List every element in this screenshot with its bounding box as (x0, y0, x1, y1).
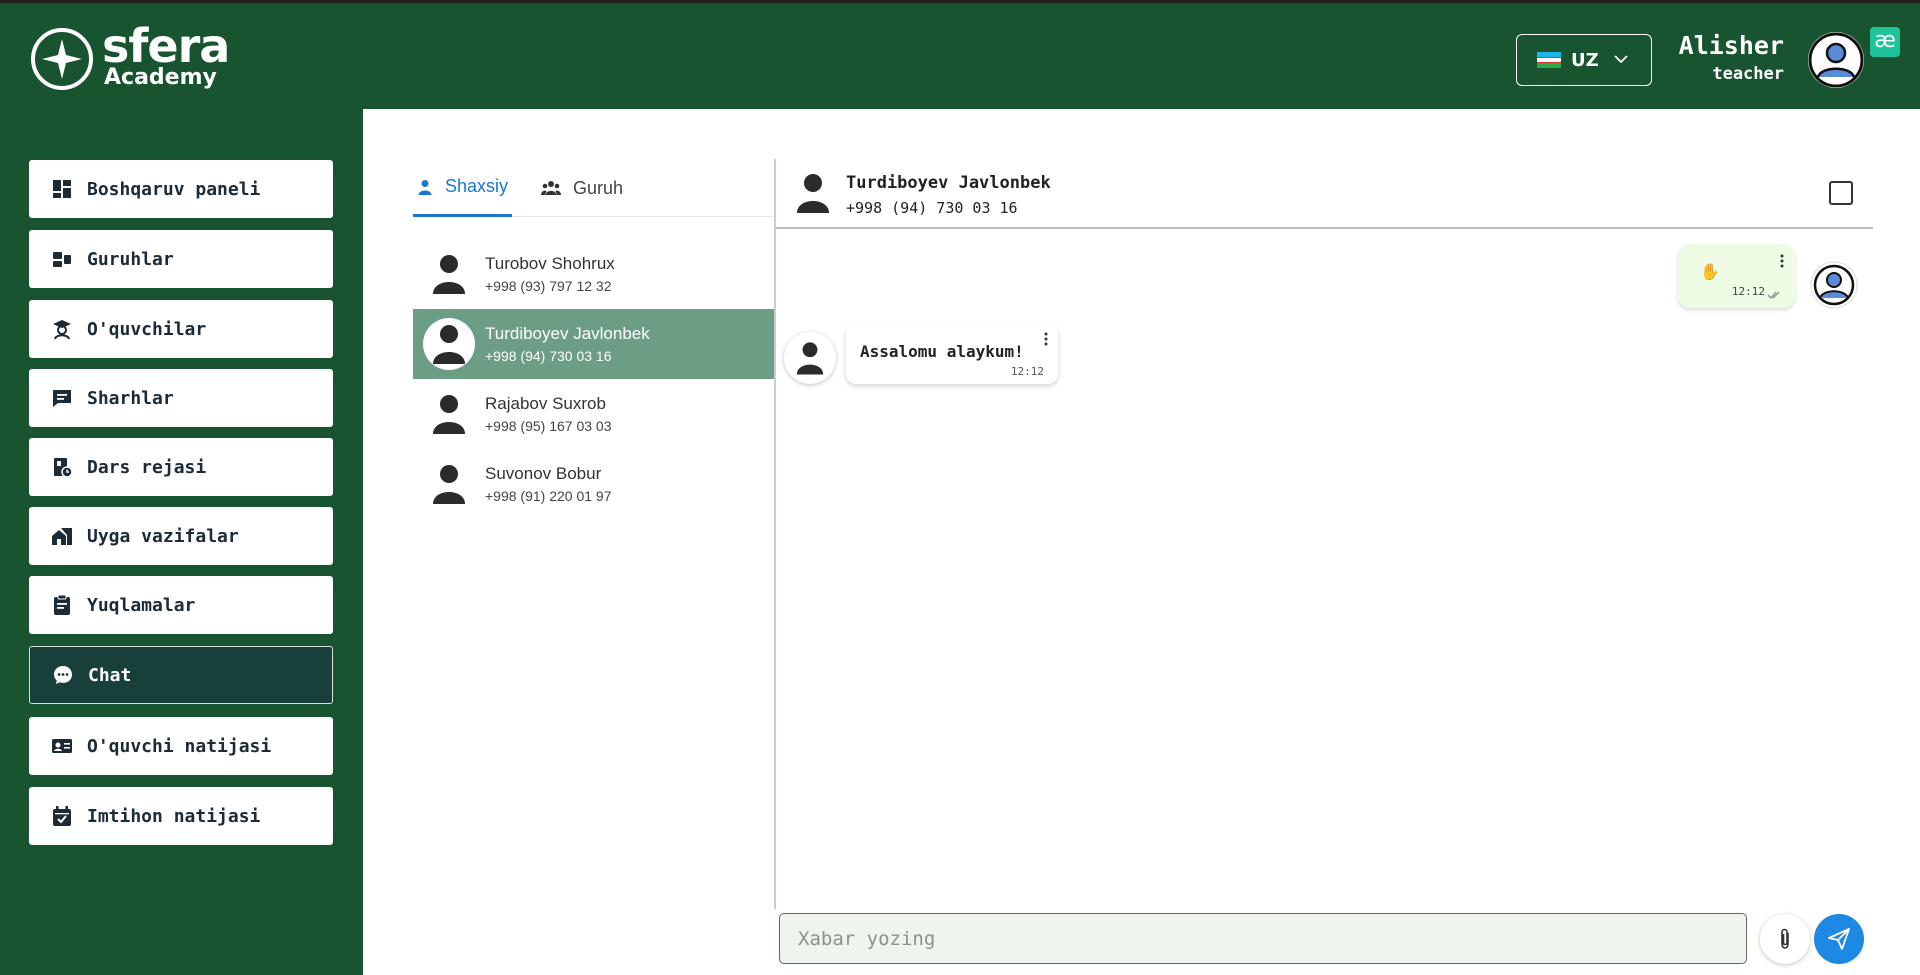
contact-phone: +998 (95) 167 03 03 (485, 418, 612, 434)
sidebar-item-sharhlar[interactable]: Sharhlar (29, 369, 333, 427)
comment-icon (51, 387, 73, 409)
user-info: Alisher teacher (1679, 31, 1784, 84)
top-bar: sfera Academy UZ Alisher teacher æ (0, 0, 1920, 109)
contact-item[interactable]: Turobov Shohrux +998 (93) 797 12 32 (413, 239, 774, 309)
contact-list: Turobov Shohrux +998 (93) 797 12 32 Turd… (413, 239, 774, 519)
lesson-plan-icon (51, 456, 73, 478)
contact-avatar-icon (423, 458, 475, 510)
sidebar-item-label: Uyga vazifalar (87, 525, 239, 547)
main-panel: Shaxsiy Guruh Turobov Shohrux +998 (93) … (363, 109, 1920, 975)
exam-result-icon (51, 805, 73, 827)
logo[interactable]: sfera Academy (30, 23, 230, 91)
student-icon (51, 318, 73, 340)
chat-contact-avatar-icon (797, 174, 829, 213)
uzbek-flag-icon (1537, 52, 1561, 69)
contact-item[interactable]: Suvonov Bobur +998 (91) 220 01 97 (413, 449, 774, 519)
attendance-icon (51, 594, 73, 616)
select-checkbox[interactable] (1829, 181, 1853, 205)
sidebar-item-label: Guruhlar (87, 248, 174, 270)
homework-icon (51, 525, 73, 547)
sidebar-item-label: Chat (88, 664, 132, 686)
sidebar-item-label: Boshqaruv paneli (87, 178, 261, 200)
tab-label: Guruh (573, 177, 624, 198)
sidebar: Boshqaruv paneli Guruhlar O'quvchilar Sh… (0, 109, 363, 975)
logo-text: sfera Academy (102, 23, 230, 90)
contact-name: Rajabov Suxrob (485, 394, 606, 413)
sidebar-item-guruhlar[interactable]: Guruhlar (29, 230, 333, 288)
user-avatar-icon[interactable] (1806, 30, 1866, 90)
sidebar-item-imtihon-natijasi[interactable]: Imtihon natijasi (29, 787, 333, 845)
dashboard-icon (51, 178, 73, 200)
student-result-icon (51, 735, 73, 757)
sidebar-item-label: Dars rejasi (87, 456, 207, 478)
chat-header: Turdiboyev Javlonbek +998 (94) 730 03 16 (776, 159, 1873, 229)
double-check-icon (1767, 291, 1780, 299)
message-menu-icon[interactable] (1780, 254, 1784, 268)
contact-item[interactable]: Rajabov Suxrob +998 (95) 167 03 03 (413, 379, 774, 449)
language-select[interactable]: UZ (1516, 34, 1652, 86)
receiver-avatar-icon (784, 332, 836, 384)
contact-avatar-icon (423, 388, 475, 440)
chevron-down-icon (1614, 55, 1628, 64)
sidebar-item-uyga-vazifalar[interactable]: Uyga vazifalar (29, 507, 333, 565)
contact-phone: +998 (91) 220 01 97 (485, 488, 612, 504)
contact-info: Rajabov Suxrob +998 (95) 167 03 03 (485, 394, 612, 434)
sidebar-item-label: O'quvchilar (87, 318, 207, 340)
contact-avatar-icon (423, 248, 475, 300)
contact-phone: +998 (93) 797 12 32 (485, 278, 612, 294)
tab-label: Shaxsiy (445, 176, 509, 196)
chat-tabs: Shaxsiy Guruh (413, 159, 774, 217)
contact-info: Turobov Shohrux +998 (93) 797 12 32 (485, 254, 615, 294)
sidebar-item-oquvchilar[interactable]: O'quvchilar (29, 300, 333, 358)
chat-contact-name: Turdiboyev Javlonbek (846, 173, 1051, 193)
user-role: teacher (1712, 64, 1784, 84)
contact-info: Turdiboyev Javlonbek +998 (94) 730 03 16 (485, 324, 650, 364)
outgoing-message[interactable]: ✋ 12:12 (1678, 244, 1795, 308)
sidebar-item-boshqaruv-paneli[interactable]: Boshqaruv paneli (29, 160, 333, 218)
sidebar-item-oquvchi-natijasi[interactable]: O'quvchi natijasi (29, 717, 333, 775)
sidebar-item-label: Imtihon natijasi (87, 805, 261, 827)
paperclip-icon (1781, 928, 1789, 949)
message-text: ✋ (1700, 264, 1720, 281)
app: sfera Academy UZ Alisher teacher æ Boshq… (0, 0, 1920, 975)
contact-item[interactable]: Turdiboyev Javlonbek +998 (94) 730 03 16 (413, 309, 774, 379)
send-icon (1828, 928, 1850, 950)
incoming-message[interactable]: Assalomu alaykum! 12:12 (846, 324, 1058, 384)
language-code: UZ (1571, 49, 1599, 71)
sidebar-item-label: Yuqlamalar (87, 594, 196, 616)
sidebar-item-chat[interactable]: Chat (29, 646, 333, 704)
chat-icon (52, 664, 74, 686)
ae-badge: æ (1870, 27, 1900, 57)
contact-name: Turdiboyev Javlonbek (485, 324, 650, 343)
group-icon (541, 180, 561, 196)
contact-name: Turobov Shohrux (485, 254, 615, 273)
brand-name: sfera (102, 19, 230, 73)
send-button[interactable] (1814, 914, 1864, 964)
user-name: Alisher (1678, 31, 1784, 60)
sidebar-item-label: Sharhlar (87, 387, 174, 409)
contact-phone: +998 (94) 730 03 16 (485, 348, 612, 364)
brand-sub: Academy (104, 65, 217, 90)
sidebar-item-yuqlamalar[interactable]: Yuqlamalar (29, 576, 333, 634)
panel-divider (774, 159, 776, 909)
contact-info: Suvonov Bobur +998 (91) 220 01 97 (485, 464, 612, 504)
message-text: Assalomu alaykum! (860, 342, 1024, 361)
contact-avatar-icon (423, 318, 475, 370)
message-time: 12:12 (1731, 285, 1765, 298)
message-time: 12:12 (1010, 365, 1044, 378)
message-input[interactable] (779, 913, 1747, 964)
attach-button[interactable] (1760, 914, 1810, 964)
tab-guruh[interactable]: Guruh (541, 159, 623, 217)
tab-shaxsiy[interactable]: Shaxsiy (413, 159, 513, 217)
sender-avatar-icon (1810, 261, 1858, 309)
logo-star-icon (31, 28, 93, 90)
person-icon (417, 179, 433, 195)
sidebar-item-label: O'quvchi natijasi (87, 735, 272, 757)
chat-contact-phone: +998 (94) 730 03 16 (846, 199, 1018, 217)
groups-icon (51, 248, 73, 270)
message-menu-icon[interactable] (1044, 332, 1048, 346)
sidebar-item-dars-rejasi[interactable]: Dars rejasi (29, 438, 333, 496)
contact-name: Suvonov Bobur (485, 464, 602, 483)
